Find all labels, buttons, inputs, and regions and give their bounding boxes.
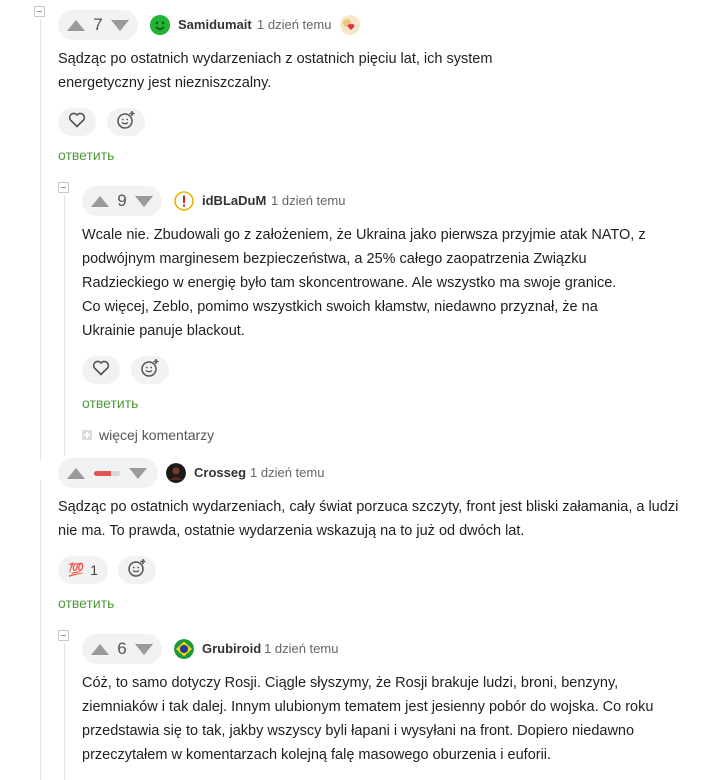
upvote-icon[interactable] [67,467,85,479]
comment-paragraph: Sądząc po ostatnich wydarzeniach z ostat… [58,51,493,91]
author-name[interactable]: Crosseg [194,465,246,480]
vote-widget: 6 [82,634,162,664]
comment-body: Sądząc po ostatnich wydarzeniach, cały ś… [58,495,688,543]
add-reaction-button[interactable] [118,556,156,584]
comment-paragraph: Co więcej, Zeblo, pomimo wszystkich swoi… [82,299,598,339]
vote-score: 9 [117,191,127,210]
upvote-icon[interactable] [91,195,109,207]
downvote-icon[interactable] [135,643,153,655]
heart-icon [92,360,110,381]
downvote-icon[interactable] [111,19,129,31]
comment-body: Cóż, to samo dotyczy Rosji. Ciągle słysz… [82,671,682,767]
reaction-pill[interactable]: 💯 1 [58,556,108,584]
avatar[interactable] [174,191,194,211]
thread-line [64,644,65,780]
emoji-add-icon [116,110,136,135]
emoji-add-icon [140,358,160,383]
avatar[interactable] [166,463,186,483]
author-name[interactable]: idBLaDuM [202,193,266,208]
vote-widget: 9 [82,186,162,216]
expand-icon [82,430,92,440]
like-button[interactable] [82,356,120,384]
comment-paragraph: Sądząc po ostatnich wydarzeniach, cały ś… [58,499,679,539]
upvote-icon[interactable] [67,19,85,31]
comment-body: Wcale nie. Zbudowali go z założeniem, że… [82,223,670,343]
downvote-icon[interactable] [135,195,153,207]
upvote-icon[interactable] [91,643,109,655]
emoji-add-icon [127,558,147,583]
reply-link[interactable]: ответить [58,595,114,611]
thread-line [64,196,65,456]
negative-score-bar [94,470,120,476]
comment-paragraph: Wcale nie. Zbudowali go z założeniem, że… [82,227,646,291]
author-name[interactable]: Grubiroid [202,641,261,656]
reply-link[interactable]: ответить [82,395,138,411]
reply-link[interactable]: ответить [58,147,114,163]
more-comments-link[interactable]: więcej komentarzy [82,427,214,443]
like-button[interactable] [58,108,96,136]
downvote-icon[interactable] [129,467,147,479]
collapse-button[interactable] [58,182,69,193]
avatar[interactable] [174,639,194,659]
thread-line [40,20,41,460]
thread-line [40,480,41,780]
timestamp[interactable]: 1 dzień temu [250,465,324,480]
timestamp[interactable]: 1 dzień temu [271,193,345,208]
add-reaction-button[interactable] [107,108,145,136]
comment-body: Sądząc po ostatnich wydarzeniach z ostat… [58,47,578,95]
vote-widget [58,458,158,488]
heart-icon [68,112,86,133]
vote-score: 6 [117,639,127,658]
collapse-button[interactable] [34,6,45,17]
vote-widget: 7 [58,10,138,40]
collapse-button[interactable] [58,630,69,641]
reaction-count: 1 [90,562,98,578]
add-reaction-button[interactable] [131,356,169,384]
timestamp[interactable]: 1 dzień temu [257,17,331,32]
vote-score: 7 [93,15,103,34]
user-badge-icon [339,14,361,36]
hundred-points-icon: 💯 [68,562,85,577]
timestamp[interactable]: 1 dzień temu [264,641,338,656]
comment-paragraph: Cóż, to samo dotyczy Rosji. Ciągle słysz… [82,675,654,763]
author-name[interactable]: Samidumait [178,17,252,32]
avatar[interactable] [150,15,170,35]
more-comments-label: więcej komentarzy [99,427,215,443]
